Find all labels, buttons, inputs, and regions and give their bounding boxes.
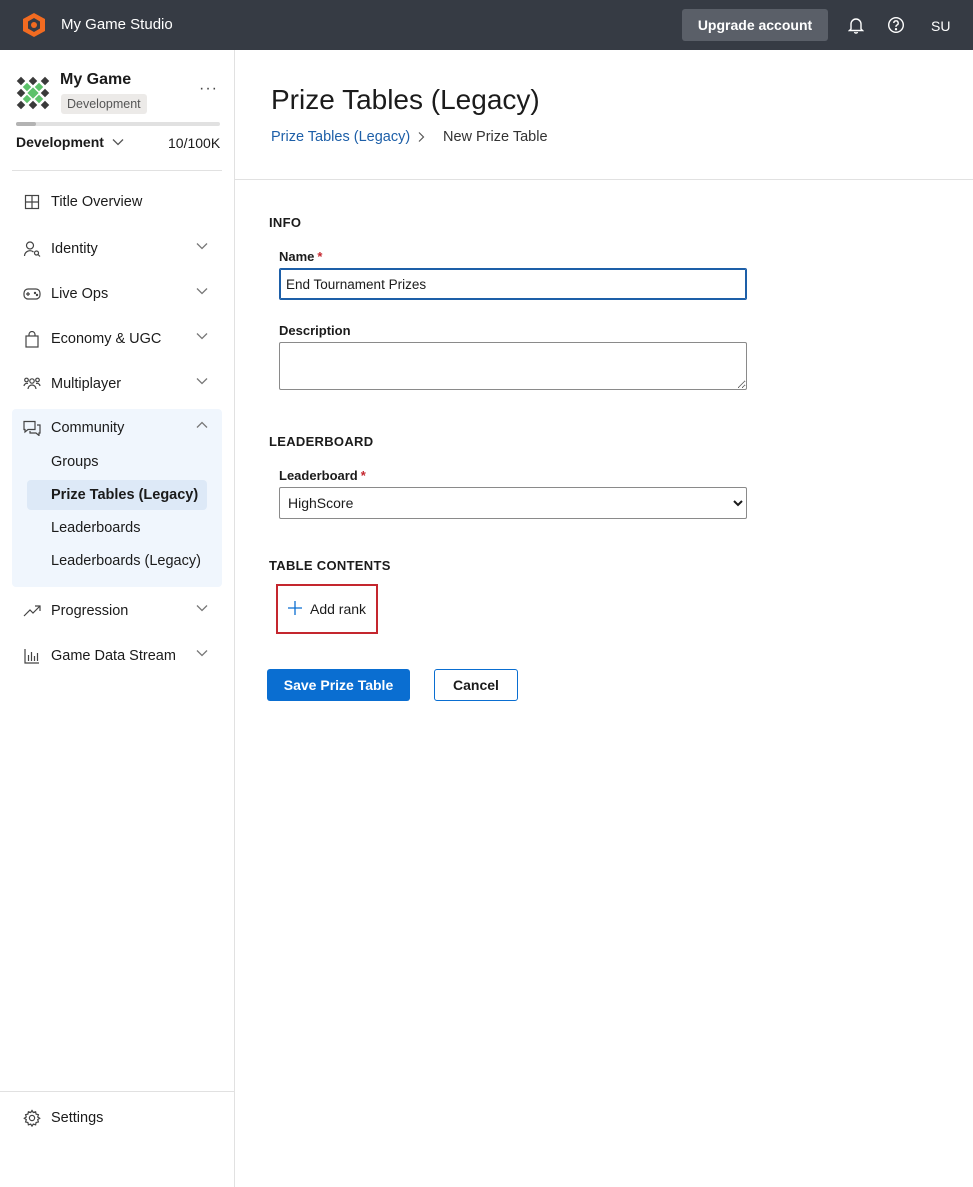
section-heading-leaderboard: LEADERBOARD <box>269 434 374 449</box>
required-marker: * <box>317 249 323 264</box>
add-rank-label: Add rank <box>310 601 367 617</box>
sidebar-item-label: Multiplayer <box>51 376 122 392</box>
trend-up-icon <box>22 601 42 621</box>
sidebar-item-label: Title Overview <box>51 194 143 210</box>
chat-icon <box>22 418 42 438</box>
description-input[interactable] <box>279 342 747 390</box>
required-marker: * <box>360 468 366 483</box>
breadcrumb-link[interactable]: Prize Tables (Legacy) <box>271 129 410 145</box>
leaderboard-select[interactable]: HighScore <box>279 487 747 519</box>
upgrade-account-button[interactable]: Upgrade account <box>682 9 828 41</box>
section-heading-table-contents: TABLE CONTENTS <box>269 558 391 573</box>
studio-logo-icon[interactable] <box>22 12 46 38</box>
chevron-down-icon <box>196 333 208 340</box>
chevron-down-icon <box>196 605 208 612</box>
environment-selector[interactable]: Development <box>16 134 124 150</box>
environment-selector-label: Development <box>16 134 104 150</box>
studio-name[interactable]: My Game Studio <box>61 16 173 33</box>
sidebar-item-label: Identity <box>51 241 98 257</box>
people-icon <box>22 374 42 394</box>
save-prize-table-button[interactable]: Save Prize Table <box>267 669 410 701</box>
name-label-text: Name <box>279 249 315 264</box>
help-icon[interactable] <box>886 15 906 35</box>
cancel-button[interactable]: Cancel <box>434 669 518 701</box>
plus-icon <box>287 600 303 619</box>
grid-icon <box>22 192 42 212</box>
sidebar-item-identity[interactable]: Identity <box>12 230 222 268</box>
add-rank-button[interactable]: Add rank <box>276 584 378 634</box>
sidebar-item-label: Progression <box>51 603 129 619</box>
user-avatar[interactable]: SU <box>931 18 950 34</box>
chevron-down-icon <box>112 139 124 146</box>
environment-badge: Development <box>61 94 147 114</box>
sidebar-item-multiplayer[interactable]: Multiplayer <box>12 365 222 403</box>
page-title: Prize Tables (Legacy) <box>271 84 540 115</box>
sidebar-subitem-leaderboards[interactable]: Leaderboards <box>27 513 207 543</box>
sidebar-subitem-prize-tables-legacy[interactable]: Prize Tables (Legacy) <box>27 480 207 510</box>
sidebar-bottom-divider <box>0 1091 234 1092</box>
sidebar-item-title-overview[interactable]: Title Overview <box>12 183 222 221</box>
sidebar-item-label: Economy & UGC <box>51 331 162 347</box>
bar-chart-icon <box>22 646 42 666</box>
header-divider <box>235 179 973 180</box>
sidebar-item-progression[interactable]: Progression <box>12 592 222 630</box>
name-input[interactable] <box>279 268 747 300</box>
sidebar-item-label: Live Ops <box>51 286 109 302</box>
usage-count: 10/100K <box>168 135 221 151</box>
game-name: My Game <box>60 71 132 88</box>
description-label: Description <box>279 323 351 338</box>
breadcrumb-current: New Prize Table <box>443 129 548 145</box>
sidebar-item-label: Community <box>51 420 125 436</box>
sidebar-item-settings[interactable]: Settings <box>12 1099 222 1137</box>
section-heading-info: INFO <box>269 215 302 230</box>
sidebar: My Game Development ··· Development 10/1… <box>0 50 235 1187</box>
identity-icon <box>22 239 42 259</box>
sidebar-subitem-groups[interactable]: Groups <box>27 447 207 477</box>
chevron-down-icon <box>196 378 208 385</box>
game-logo-icon <box>16 76 50 110</box>
gear-icon <box>22 1108 42 1128</box>
sidebar-item-economy-ugc[interactable]: Economy & UGC <box>12 320 222 358</box>
sidebar-item-live-ops[interactable]: Live Ops <box>12 275 222 313</box>
usage-bar <box>16 122 220 126</box>
chevron-down-icon <box>196 288 208 295</box>
bell-icon[interactable] <box>846 15 866 35</box>
gamepad-icon <box>22 284 42 304</box>
chevron-down-icon <box>196 243 208 250</box>
leaderboard-label-text: Leaderboard <box>279 468 358 483</box>
top-bar: My Game Studio Upgrade account SU <box>0 0 973 50</box>
chevron-down-icon <box>196 650 208 657</box>
chevron-right-icon <box>417 130 425 148</box>
sidebar-item-label: Settings <box>51 1110 104 1126</box>
sidebar-subitem-leaderboards-legacy[interactable]: Leaderboards (Legacy) <box>27 546 207 576</box>
leaderboard-label: Leaderboard * <box>279 468 366 483</box>
sidebar-item-label: Game Data Stream <box>51 648 176 664</box>
usage-bar-fill <box>16 122 37 126</box>
shopping-bag-icon <box>22 329 42 349</box>
sidebar-item-game-data-stream[interactable]: Game Data Stream <box>12 637 222 675</box>
sidebar-item-community[interactable]: Community <box>12 409 222 447</box>
sidebar-divider <box>12 170 222 171</box>
chevron-up-icon <box>196 421 208 428</box>
name-label: Name * <box>279 249 322 264</box>
more-options-icon[interactable]: ··· <box>199 80 218 98</box>
